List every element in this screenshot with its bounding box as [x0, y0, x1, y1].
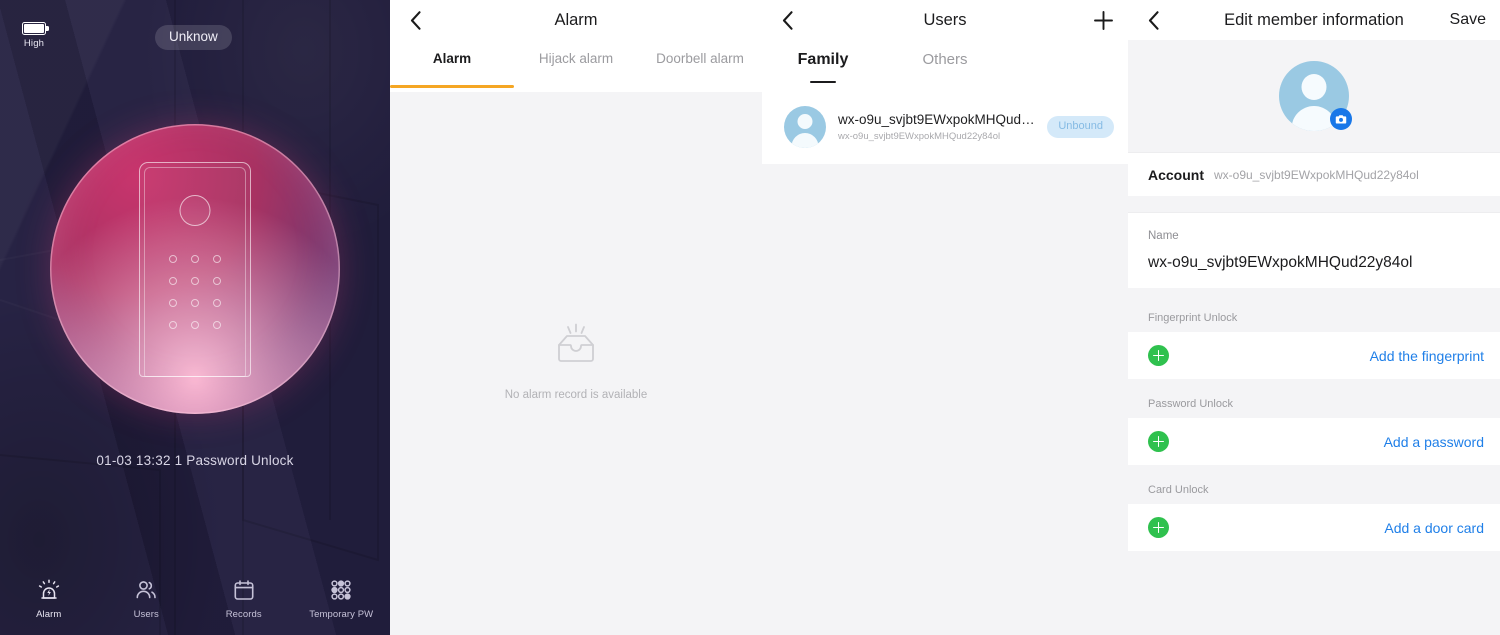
app-screenshot: High Unknow 01-03 13:32 1 Password Unloc… [0, 0, 1500, 635]
account-value: wx-o9u_svjbt9EWxpokMHQud22y84ol [1214, 167, 1419, 182]
camera-badge[interactable] [1330, 108, 1352, 130]
users-list: wx-o9u_svjbt9EWxpokMHQud22... wx-o9u_svj… [762, 92, 1128, 164]
alarm-panel: Alarm Alarm Hijack alarm Doorbell alarm … [390, 0, 762, 635]
panel-tail [1128, 551, 1500, 635]
battery-indicator: High [20, 22, 49, 49]
device-home-panel: High Unknow 01-03 13:32 1 Password Unloc… [0, 0, 390, 635]
alarm-empty-state: No alarm record is available [390, 318, 762, 401]
list-item-name: wx-o9u_svjbt9EWxpokMHQud22... [838, 112, 1036, 127]
lock-device-graphic[interactable] [50, 124, 340, 414]
keypad-dots [162, 248, 228, 336]
tab-hijack-alarm[interactable]: Hijack alarm [514, 40, 638, 66]
active-tab-underline [810, 80, 836, 83]
tab-alarm[interactable]: Alarm [390, 40, 514, 66]
plus-icon [1094, 10, 1113, 30]
tab-temporary-pw-label: Temporary PW [309, 609, 374, 620]
tab-records[interactable]: Records [195, 563, 293, 635]
users-panel: Users Family Others wx-o9u_svjbt9EWxpokM… [762, 0, 1128, 635]
status-badge: Unbound [1047, 116, 1114, 138]
section-spacer [1128, 196, 1500, 212]
avatar-edit-button[interactable] [1279, 61, 1352, 131]
status-badge: Unknow [155, 25, 232, 50]
alarm-tabs: Alarm Hijack alarm Doorbell alarm [390, 40, 762, 92]
section-header-fingerprint: Fingerprint Unlock [1128, 304, 1500, 332]
chevron-left-icon [782, 10, 793, 30]
list-item-subtitle: wx-o9u_svjbt9EWxpokMHQud22y84ol [838, 131, 1001, 142]
add-fingerprint-link[interactable]: Add the fingerprint [1370, 348, 1484, 364]
back-button[interactable] [776, 9, 798, 31]
add-user-button[interactable] [1093, 10, 1114, 31]
tab-alarm[interactable]: Alarm [0, 563, 98, 635]
plus-circle-icon [1148, 431, 1169, 452]
page-title: Edit member information [1224, 10, 1404, 29]
tab-family[interactable]: Family [762, 40, 884, 69]
keypad-dots-icon [331, 580, 351, 600]
active-tab-underline [390, 85, 514, 88]
siren-icon [38, 579, 59, 599]
alarm-navbar: Alarm [390, 0, 762, 40]
bottom-tab-bar: Alarm Users Records Temporary PW [0, 563, 390, 635]
avatar [784, 106, 826, 148]
page-title: Users [923, 10, 967, 29]
camera-icon [1335, 114, 1347, 124]
chevron-left-icon [1148, 10, 1159, 30]
back-button[interactable] [404, 9, 426, 31]
save-button[interactable]: Save [1450, 11, 1486, 29]
section-spacer [1128, 465, 1500, 476]
users-navbar: Users [762, 0, 1128, 40]
add-door-card-row[interactable]: Add a door card [1128, 504, 1500, 551]
tab-doorbell-alarm[interactable]: Doorbell alarm [638, 40, 762, 66]
empty-state-text: No alarm record is available [504, 389, 648, 401]
tab-temporary-pw[interactable]: Temporary PW [293, 563, 391, 635]
section-header-card: Card Unlock [1128, 476, 1500, 504]
battery-level-label: High [23, 38, 45, 49]
plus-circle-icon [1148, 517, 1169, 538]
tab-users-label: Users [133, 609, 159, 620]
empty-tray-icon [558, 323, 594, 362]
section-spacer [1128, 379, 1500, 390]
add-password-row[interactable]: Add a password [1128, 418, 1500, 465]
tab-users[interactable]: Users [98, 563, 196, 635]
page-title: Alarm [554, 10, 598, 29]
last-unlock-event: 01-03 13:32 1 Password Unlock [96, 453, 294, 468]
tab-others[interactable]: Others [884, 40, 1006, 68]
edit-member-panel: Edit member information Save Account wx-… [1128, 0, 1500, 635]
add-password-link[interactable]: Add a password [1384, 434, 1484, 450]
list-item[interactable]: wx-o9u_svjbt9EWxpokMHQud22... wx-o9u_svj… [762, 92, 1128, 164]
tab-records-label: Records [225, 609, 262, 620]
add-door-card-link[interactable]: Add a door card [1384, 520, 1484, 536]
battery-icon [22, 22, 49, 35]
section-spacer [1128, 288, 1500, 304]
users-tabs: Family Others [762, 40, 1128, 92]
account-label: Account [1148, 166, 1204, 183]
chevron-left-icon [410, 10, 421, 30]
section-header-password: Password Unlock [1128, 390, 1500, 418]
calendar-icon [234, 580, 254, 600]
back-button[interactable] [1142, 9, 1164, 31]
name-field[interactable]: Name wx-o9u_svjbt9EWxpokMHQud22y84ol [1128, 212, 1500, 288]
edit-navbar: Edit member information Save [1128, 0, 1500, 40]
list-item-texts: wx-o9u_svjbt9EWxpokMHQud22... wx-o9u_svj… [838, 112, 1035, 142]
name-label: Name [1148, 230, 1179, 242]
avatar-section [1128, 40, 1500, 152]
account-row: Account wx-o9u_svjbt9EWxpokMHQud22y84ol [1128, 152, 1500, 196]
tab-alarm-label: Alarm [36, 609, 62, 620]
name-input-value[interactable]: wx-o9u_svjbt9EWxpokMHQud22y84ol [1148, 254, 1480, 272]
add-fingerprint-row[interactable]: Add the fingerprint [1128, 332, 1500, 379]
fingerprint-reader-icon [179, 195, 211, 226]
people-icon [136, 581, 157, 599]
door-lock-keypad-icon [139, 162, 251, 377]
plus-circle-icon [1148, 345, 1169, 366]
